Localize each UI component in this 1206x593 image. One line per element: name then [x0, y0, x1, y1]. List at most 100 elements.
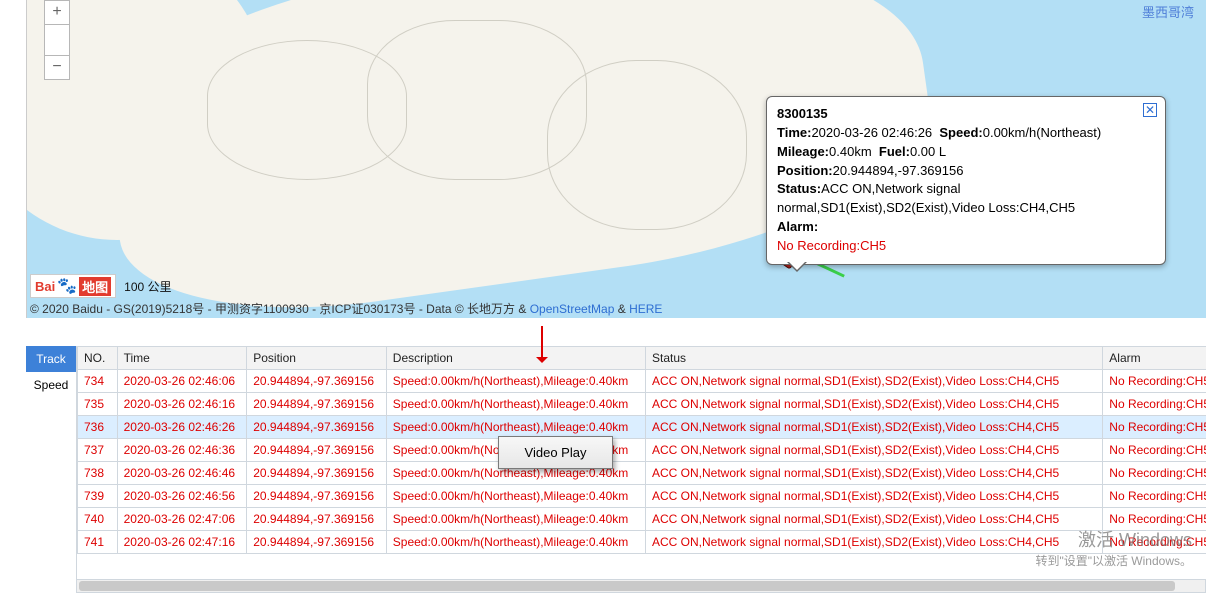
info-position: 20.944894,-97.369156	[833, 163, 964, 178]
table-row[interactable]: 7392020-03-26 02:46:5620.944894,-97.3691…	[78, 485, 1206, 508]
th-status[interactable]: Status	[645, 347, 1102, 370]
tab-speed[interactable]: Speed	[26, 372, 76, 398]
info-row: Time:2020-03-26 02:46:26 Speed:0.00km/h(…	[777, 124, 1155, 143]
cell-status: ACC ON,Network signal normal,SD1(Exist),…	[645, 508, 1102, 531]
table-header-row: NO. Time Position Description Status Ala…	[78, 347, 1206, 370]
info-row: Position:20.944894,-97.369156	[777, 162, 1155, 181]
cell-no: 735	[78, 393, 118, 416]
baidu-text2: 地图	[79, 277, 111, 296]
map-info-window: ✕ 8300135 Time:2020-03-26 02:46:26 Speed…	[766, 96, 1166, 265]
track-table-wrap[interactable]: NO. Time Position Description Status Ala…	[76, 346, 1206, 579]
info-speed: 0.00km/h(Northeast)	[983, 125, 1102, 140]
context-menu-video-play[interactable]: Video Play	[498, 436, 613, 469]
info-row: Alarm:	[777, 218, 1155, 237]
cell-pos: 20.944894,-97.369156	[247, 416, 387, 439]
cell-no: 740	[78, 508, 118, 531]
cell-time: 2020-03-26 02:46:26	[117, 416, 247, 439]
table-row[interactable]: 7362020-03-26 02:46:2620.944894,-97.3691…	[78, 416, 1206, 439]
cell-alarm: No Recording:CH5	[1103, 508, 1206, 531]
cell-pos: 20.944894,-97.369156	[247, 462, 387, 485]
info-status-label: Status:	[777, 181, 821, 196]
info-fuel-label: Fuel:	[879, 144, 910, 159]
table-row[interactable]: 7352020-03-26 02:46:1620.944894,-97.3691…	[78, 393, 1206, 416]
map-zoom-control: + −	[44, 0, 70, 80]
table-row[interactable]: 7342020-03-26 02:46:0620.944894,-97.3691…	[78, 370, 1206, 393]
cell-time: 2020-03-26 02:46:56	[117, 485, 247, 508]
table-row[interactable]: 7382020-03-26 02:46:4620.944894,-97.3691…	[78, 462, 1206, 485]
credits-link-here[interactable]: HERE	[629, 302, 662, 316]
cell-no: 741	[78, 531, 118, 554]
track-table: NO. Time Position Description Status Ala…	[77, 346, 1206, 554]
baidu-logo-icon: Bai 🐾 地图	[30, 274, 116, 298]
info-speed-label: Speed:	[939, 125, 982, 140]
cell-alarm: No Recording:CH5	[1103, 462, 1206, 485]
map-canvas[interactable]: 墨西哥湾 ✕ 8300135 Time:2020-03-26 02:46:26 …	[26, 0, 1206, 318]
th-alarm[interactable]: Alarm	[1103, 347, 1206, 370]
cell-desc: Speed:0.00km/h(Northeast),Mileage:0.40km	[386, 508, 645, 531]
zoom-slider[interactable]	[45, 25, 69, 55]
info-time: 2020-03-26 02:46:26	[811, 125, 932, 140]
cell-alarm: No Recording:CH5	[1103, 416, 1206, 439]
cell-alarm: No Recording:CH5	[1103, 393, 1206, 416]
map-scale-text: 100 公里	[124, 278, 171, 295]
th-position[interactable]: Position	[247, 347, 387, 370]
cell-time: 2020-03-26 02:46:36	[117, 439, 247, 462]
info-alarm-value: No Recording:CH5	[777, 237, 1155, 256]
table-row[interactable]: 7372020-03-26 02:46:3620.944894,-97.3691…	[78, 439, 1206, 462]
cell-desc: Speed:0.00km/h(Northeast),Mileage:0.40km	[386, 370, 645, 393]
info-mileage: 0.40km	[829, 144, 872, 159]
cell-time: 2020-03-26 02:47:16	[117, 531, 247, 554]
cell-no: 736	[78, 416, 118, 439]
info-row: Status:ACC ON,Network signal normal,SD1(…	[777, 180, 1155, 218]
cell-pos: 20.944894,-97.369156	[247, 485, 387, 508]
pointer-arrow-icon	[536, 326, 548, 369]
info-status: ACC ON,Network signal normal,SD1(Exist),…	[777, 181, 1075, 215]
close-icon[interactable]: ✕	[1143, 103, 1157, 117]
table-row[interactable]: 7412020-03-26 02:47:1620.944894,-97.3691…	[78, 531, 1206, 554]
cell-pos: 20.944894,-97.369156	[247, 531, 387, 554]
cell-desc: Speed:0.00km/h(Northeast),Mileage:0.40km	[386, 393, 645, 416]
cell-pos: 20.944894,-97.369156	[247, 508, 387, 531]
cell-status: ACC ON,Network signal normal,SD1(Exist),…	[645, 439, 1102, 462]
paw-icon: 🐾	[57, 276, 77, 296]
cell-alarm: No Recording:CH5	[1103, 439, 1206, 462]
scrollbar-thumb[interactable]	[79, 581, 1175, 591]
credits-text: © 2020 Baidu - GS(2019)5218号 - 甲测资字11009…	[30, 302, 530, 316]
table-row[interactable]: 7402020-03-26 02:47:0620.944894,-97.3691…	[78, 508, 1206, 531]
zoom-out-button[interactable]: −	[45, 55, 69, 79]
cell-status: ACC ON,Network signal normal,SD1(Exist),…	[645, 462, 1102, 485]
cell-no: 737	[78, 439, 118, 462]
cell-alarm: No Recording:CH5	[1103, 531, 1206, 554]
cell-time: 2020-03-26 02:46:16	[117, 393, 247, 416]
side-tabs: Track Speed	[26, 346, 76, 398]
info-device-id: 8300135	[777, 105, 1155, 124]
baidu-text: Bai	[35, 279, 55, 294]
th-description[interactable]: Description	[386, 347, 645, 370]
cell-alarm: No Recording:CH5	[1103, 370, 1206, 393]
cell-no: 734	[78, 370, 118, 393]
th-time[interactable]: Time	[117, 347, 247, 370]
info-fuel: 0.00 L	[910, 144, 946, 159]
cell-desc: Speed:0.00km/h(Northeast),Mileage:0.40km	[386, 485, 645, 508]
cell-status: ACC ON,Network signal normal,SD1(Exist),…	[645, 370, 1102, 393]
map-label-gulf: 墨西哥湾	[1142, 2, 1194, 21]
cell-status: ACC ON,Network signal normal,SD1(Exist),…	[645, 531, 1102, 554]
info-time-label: Time:	[777, 125, 811, 140]
zoom-in-button[interactable]: +	[45, 1, 69, 25]
cell-status: ACC ON,Network signal normal,SD1(Exist),…	[645, 485, 1102, 508]
cell-status: ACC ON,Network signal normal,SD1(Exist),…	[645, 416, 1102, 439]
th-no[interactable]: NO.	[78, 347, 118, 370]
cell-time: 2020-03-26 02:46:06	[117, 370, 247, 393]
info-mileage-label: Mileage:	[777, 144, 829, 159]
cell-pos: 20.944894,-97.369156	[247, 393, 387, 416]
credits-link-osm[interactable]: OpenStreetMap	[530, 302, 615, 316]
cell-alarm: No Recording:CH5	[1103, 485, 1206, 508]
bottom-panel: Track Speed NO. Time Position Descriptio…	[26, 346, 1206, 593]
cell-time: 2020-03-26 02:47:06	[117, 508, 247, 531]
table-body: 7342020-03-26 02:46:0620.944894,-97.3691…	[78, 370, 1206, 554]
cell-pos: 20.944894,-97.369156	[247, 370, 387, 393]
cell-no: 739	[78, 485, 118, 508]
info-alarm-label: Alarm:	[777, 219, 818, 234]
tab-track[interactable]: Track	[26, 346, 76, 372]
horizontal-scrollbar[interactable]	[76, 579, 1206, 593]
